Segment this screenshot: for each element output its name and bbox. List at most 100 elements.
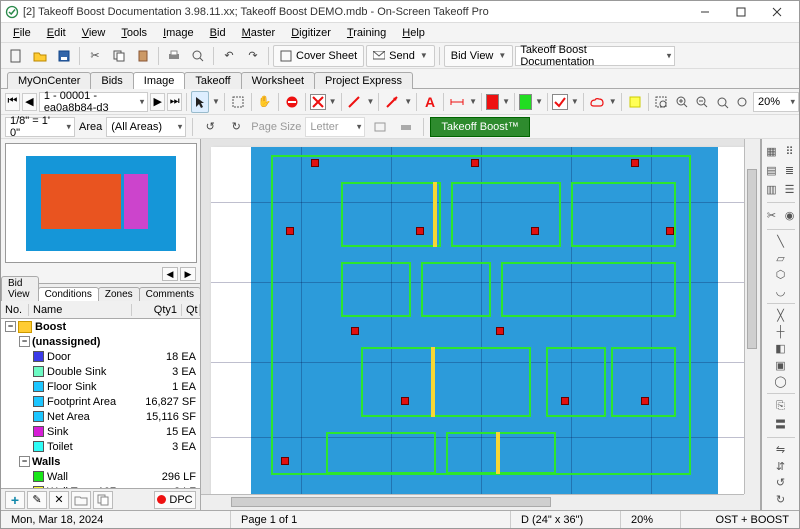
layers-icon[interactable]: ≣ — [782, 162, 798, 178]
ortho-icon[interactable]: ┼ — [773, 325, 789, 339]
menu-training[interactable]: Training — [339, 25, 394, 41]
edit-icon[interactable]: ✎ — [27, 491, 47, 509]
menu-help[interactable]: Help — [394, 25, 433, 41]
drawing-canvas[interactable] — [201, 139, 761, 510]
tab-myoncenter[interactable]: MyOnCenter — [7, 72, 91, 89]
save-icon[interactable] — [53, 45, 75, 67]
pointer-icon[interactable] — [191, 91, 209, 113]
thumb-next-icon[interactable]: ▶ — [180, 267, 196, 281]
zoom-in-icon[interactable] — [673, 91, 691, 113]
folder-icon[interactable] — [71, 491, 91, 509]
tree-row[interactable]: −Walls — [1, 454, 200, 469]
page-orient-icon[interactable] — [369, 116, 391, 138]
menu-view[interactable]: View — [74, 25, 114, 41]
menu-bid[interactable]: Bid — [202, 25, 234, 41]
line-red-icon[interactable] — [345, 91, 363, 113]
document-select[interactable]: Takeoff Boost Documentation▾ — [515, 46, 675, 66]
round-icon[interactable]: ◯ — [773, 375, 789, 389]
cond-tab-bid-view[interactable]: Bid View — [1, 276, 39, 301]
tree-row[interactable]: Sink15 EA — [1, 424, 200, 439]
delete-icon[interactable]: ✕ — [49, 491, 69, 509]
tab-worksheet[interactable]: Worksheet — [241, 72, 315, 89]
thumbnail-viewer[interactable] — [5, 143, 197, 263]
minimize-button[interactable] — [687, 1, 723, 23]
annot-cross-red[interactable] — [310, 94, 326, 110]
takeoff-boost-button[interactable]: Takeoff Boost™ — [430, 117, 529, 137]
flip-v-icon[interactable]: ⇵ — [773, 459, 789, 473]
grid-tools-icon[interactable]: ▣ — [773, 358, 789, 372]
zoom-out-icon[interactable] — [693, 91, 711, 113]
dimension-icon[interactable] — [448, 91, 466, 113]
fill-green[interactable] — [519, 94, 532, 110]
tool-arc-icon[interactable]: ◡ — [773, 284, 789, 298]
zoom-100-icon[interactable] — [733, 91, 751, 113]
redo-icon[interactable]: ↷ — [242, 45, 264, 67]
pan-icon[interactable]: ✋ — [256, 91, 274, 113]
copy2-icon[interactable] — [93, 491, 113, 509]
next-page-icon[interactable]: ▶ — [150, 93, 165, 111]
close-button[interactable] — [759, 1, 795, 23]
arrow-red-icon[interactable] — [383, 91, 401, 113]
tree-row[interactable]: Double Sink3 EA — [1, 364, 200, 379]
backout-icon[interactable]: ◧ — [773, 342, 789, 356]
tab-project-express[interactable]: Project Express — [314, 72, 413, 89]
menu-master[interactable]: Master — [234, 25, 284, 41]
tree-row[interactable]: Footprint Area16,827 SF — [1, 394, 200, 409]
tree-row[interactable]: Toilet3 EA — [1, 439, 200, 454]
grid-dots-icon[interactable]: ⠿ — [782, 143, 798, 159]
new-icon[interactable] — [5, 45, 27, 67]
tab-bids[interactable]: Bids — [90, 72, 133, 89]
horizontal-scrollbar[interactable] — [201, 494, 744, 510]
rotate-right-icon[interactable]: ↻ — [225, 116, 247, 138]
tree-row[interactable]: Floor Sink1 EA — [1, 379, 200, 394]
zoom-select[interactable]: 20%▾ — [753, 92, 799, 112]
thumb-prev-icon[interactable]: ◀ — [162, 267, 178, 281]
copy-icon[interactable] — [108, 45, 130, 67]
tree-row[interactable]: −Boost — [1, 319, 200, 334]
area-select[interactable]: (All Areas)▾ — [106, 117, 186, 137]
flip-h-icon[interactable]: ⇋ — [773, 443, 789, 457]
cut-icon[interactable]: ✂ — [84, 45, 106, 67]
menu-image[interactable]: Image — [155, 25, 202, 41]
menu-digitizer[interactable]: Digitizer — [283, 25, 339, 41]
condition-tree[interactable]: −Boost−(unassigned)Door18 EADouble Sink3… — [1, 319, 200, 488]
cover-sheet-button[interactable]: Cover Sheet — [273, 45, 364, 67]
stop-icon[interactable] — [283, 91, 301, 113]
maximize-button[interactable] — [723, 1, 759, 23]
open-icon[interactable] — [29, 45, 51, 67]
highlight-icon[interactable] — [625, 91, 643, 113]
tool-line-icon[interactable]: ╲ — [773, 235, 789, 249]
print-icon[interactable] — [163, 45, 185, 67]
cond-tab-zones[interactable]: Zones — [98, 287, 140, 301]
page-size-select[interactable]: Letter▾ — [305, 117, 365, 137]
fill-red[interactable] — [486, 94, 499, 110]
tree-row[interactable]: Net Area15,116 SF — [1, 409, 200, 424]
cond-tab-conditions[interactable]: Conditions — [38, 287, 99, 301]
vertical-scrollbar[interactable] — [744, 139, 760, 494]
rot-l-icon[interactable]: ↺ — [773, 476, 789, 490]
cloud-icon[interactable] — [588, 91, 606, 113]
tree-row[interactable]: Door18 EA — [1, 349, 200, 364]
rotate-left-icon[interactable]: ↺ — [199, 116, 221, 138]
tab-image[interactable]: Image — [133, 72, 186, 89]
prev-page-icon[interactable]: ◀ — [22, 93, 37, 111]
last-page-icon[interactable]: ⏭ — [167, 93, 182, 111]
bid-view-button[interactable]: Bid View▼ — [444, 45, 514, 67]
table-icon[interactable]: ▥ — [764, 181, 780, 197]
paste-icon[interactable] — [132, 45, 154, 67]
add-icon[interactable]: + — [5, 491, 25, 509]
tree-row[interactable]: Wall296 LF — [1, 469, 200, 484]
page-select[interactable]: 1 - 00001 - ea0a8b84-d3▾ — [39, 92, 148, 112]
scale-select[interactable]: 1/8" = 1' 0"▾ — [5, 117, 75, 137]
dpc-indicator[interactable]: DPC — [154, 491, 196, 509]
tab-takeoff[interactable]: Takeoff — [184, 72, 241, 89]
grid-big-icon[interactable]: ▦ — [764, 143, 780, 159]
zoom-fit-icon[interactable] — [713, 91, 731, 113]
stamp-icon[interactable]: ◉ — [782, 208, 798, 224]
cut2-icon[interactable]: ✂ — [764, 208, 780, 224]
send-button[interactable]: Send▼ — [366, 45, 435, 67]
text-icon[interactable]: A — [421, 91, 439, 113]
undo-icon[interactable]: ↶ — [218, 45, 240, 67]
attach-icon[interactable]: ⎘ — [773, 399, 789, 413]
split-icon[interactable]: 〓 — [773, 416, 789, 432]
